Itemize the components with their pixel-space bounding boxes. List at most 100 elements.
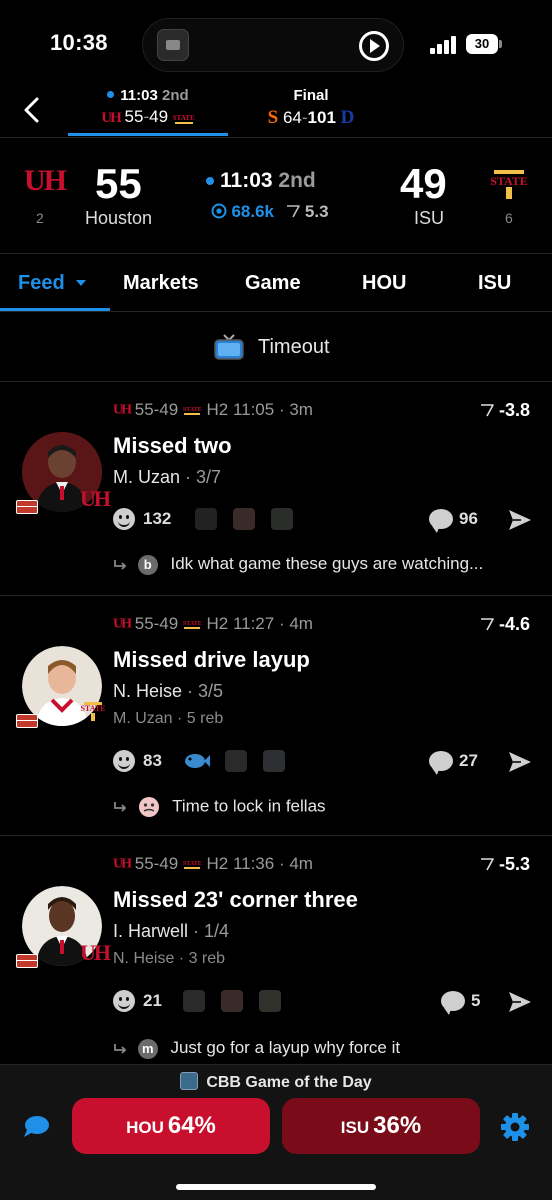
card-time: H2 11:36 xyxy=(206,854,275,873)
houston-logo-icon: UH xyxy=(113,616,132,632)
feed-card[interactable]: UH 55-49 STATE H2 11:05 · 3m -3.8 UH Mis… xyxy=(0,382,552,596)
share-icon[interactable] xyxy=(507,508,533,532)
game-clock: 11:03 xyxy=(120,87,158,104)
dynamic-island[interactable] xyxy=(142,18,404,72)
houston-logo-icon: UH xyxy=(113,402,132,418)
divider xyxy=(0,253,552,254)
eye-icon xyxy=(211,203,227,219)
reply-arrow-icon xyxy=(114,802,127,812)
card-time: H2 11:05 xyxy=(206,400,275,419)
comment-icon[interactable] xyxy=(429,751,453,771)
game-tab-final[interactable]: Final S 64-101 D xyxy=(236,84,386,136)
play-player: N. Heise · 3/5 xyxy=(113,681,224,701)
reaction-smiley-icon[interactable] xyxy=(113,508,135,530)
brick-icon xyxy=(16,714,38,728)
play-assist: M. Uzan · 5 reb xyxy=(113,710,224,727)
reaction-smiley-icon[interactable] xyxy=(113,750,135,772)
share-icon[interactable] xyxy=(507,750,533,774)
iowa-state-logo-icon: STATE xyxy=(80,702,106,721)
reaction-gif-thumbnail[interactable] xyxy=(259,990,281,1012)
win-prob-delta: -5.3 xyxy=(480,854,530,875)
reaction-gif-thumbnail[interactable] xyxy=(221,990,243,1012)
game-score-home: 55 xyxy=(124,107,144,126)
tab-isu[interactable]: ISU xyxy=(478,272,511,295)
status-time: 10:38 xyxy=(50,30,108,55)
reaction-gif-thumbnail[interactable] xyxy=(183,990,205,1012)
game-score-away: 49 xyxy=(149,107,169,126)
play-title: Missed 23' corner three xyxy=(113,887,358,912)
play-assist: N. Heise · 3 reb xyxy=(113,950,226,967)
reply-arrow-icon xyxy=(114,559,127,570)
houston-logo-icon: UH xyxy=(24,164,67,197)
reaction-gif-thumbnail[interactable] xyxy=(271,508,293,530)
fish-icon[interactable] xyxy=(183,750,211,772)
top-reply[interactable]: Time to lock in fellas xyxy=(113,796,326,818)
tv-icon xyxy=(214,334,244,360)
syracuse-logo-icon: S xyxy=(267,107,279,128)
share-icon[interactable] xyxy=(507,990,533,1014)
away-score: 49 xyxy=(400,160,447,207)
tab-hou[interactable]: HOU xyxy=(362,272,406,295)
home-team-name: Houston xyxy=(85,208,153,228)
play-title: Missed two xyxy=(113,433,232,458)
spread-icon xyxy=(480,858,494,871)
top-reply[interactable]: m Just go for a layup why force it xyxy=(113,1038,400,1059)
odds-button-home[interactable]: HOU 64% xyxy=(72,1098,270,1154)
comment-count: 27 xyxy=(459,751,478,770)
card-time: H2 11:27 xyxy=(206,614,275,633)
reply-avatar-icon xyxy=(138,797,159,817)
spread-value: 5.3 xyxy=(304,202,329,221)
houston-logo-icon: UH xyxy=(80,940,111,965)
houston-logo-icon: UH xyxy=(113,856,132,872)
card-score: 55-49 xyxy=(134,400,179,419)
live-dot xyxy=(206,177,214,185)
comment-icon[interactable] xyxy=(441,991,465,1011)
reaction-smiley-icon[interactable] xyxy=(113,990,135,1012)
viewers-row: 68.6k 5.3 xyxy=(211,202,329,222)
top-reply[interactable]: b Idk what game these guys are watching.… xyxy=(113,554,483,575)
card-ago: 4m xyxy=(289,854,313,873)
back-chevron-icon[interactable] xyxy=(22,96,42,124)
feed-card[interactable]: UH 55-49 STATE H2 11:36 · 4m -5.3 UH Mis… xyxy=(0,836,552,1059)
win-prob-delta: -4.6 xyxy=(480,614,530,635)
brick-icon xyxy=(16,500,38,514)
gear-icon[interactable] xyxy=(500,1112,530,1142)
tab-feed[interactable]: Feed xyxy=(18,272,87,295)
card-score: 55-49 xyxy=(134,854,179,873)
tab-markets[interactable]: Markets xyxy=(123,272,199,295)
live-dot xyxy=(107,91,115,98)
tab-game[interactable]: Game xyxy=(245,272,301,295)
comment-icon[interactable] xyxy=(429,509,453,529)
reaction-row: 83 27 xyxy=(113,748,533,778)
reaction-gif-thumbnail[interactable] xyxy=(225,750,247,772)
houston-logo-icon: UH xyxy=(80,486,111,511)
card-score: 55-49 xyxy=(134,614,179,633)
reply-text: Just go for a layup why force it xyxy=(170,1038,401,1057)
iowa-state-logo-icon: STATE xyxy=(487,170,531,199)
play-player: I. Harwell · 1/4 xyxy=(113,921,230,941)
game-tab-houston-isu[interactable]: 11:03 2nd UH 55-49 STATE xyxy=(68,84,228,136)
reaction-count: 83 xyxy=(143,751,162,770)
home-indicator[interactable] xyxy=(176,1184,376,1190)
iowa-state-logo-icon: STATE xyxy=(182,860,202,869)
play-title: Missed drive layup xyxy=(113,647,310,672)
spread-icon xyxy=(480,618,494,631)
reaction-gif-thumbnail[interactable] xyxy=(233,508,255,530)
reaction-gif-thumbnail[interactable] xyxy=(195,508,217,530)
reaction-row: 132 96 xyxy=(113,506,533,536)
game-of-the-day-banner[interactable]: CBB Game of the Day xyxy=(0,1072,552,1092)
reaction-row: 21 5 xyxy=(113,988,533,1018)
iowa-state-logo-icon: STATE xyxy=(182,406,202,415)
play-icon[interactable] xyxy=(359,31,389,61)
odds-button-away[interactable]: ISU 36% xyxy=(282,1098,480,1154)
battery-tip xyxy=(499,40,502,48)
battery-icon: 30 xyxy=(466,34,498,54)
feed-card[interactable]: UH 55-49 STATE H2 11:27 · 4m -4.6 STATE … xyxy=(0,596,552,817)
caret-down-icon xyxy=(76,280,87,286)
spread-icon xyxy=(480,404,494,417)
reaction-gif-thumbnail[interactable] xyxy=(263,750,285,772)
chat-icon[interactable] xyxy=(22,1114,50,1138)
houston-logo-icon: UH xyxy=(101,110,121,126)
away-team-name: ISU xyxy=(414,208,445,228)
divider xyxy=(0,311,552,312)
